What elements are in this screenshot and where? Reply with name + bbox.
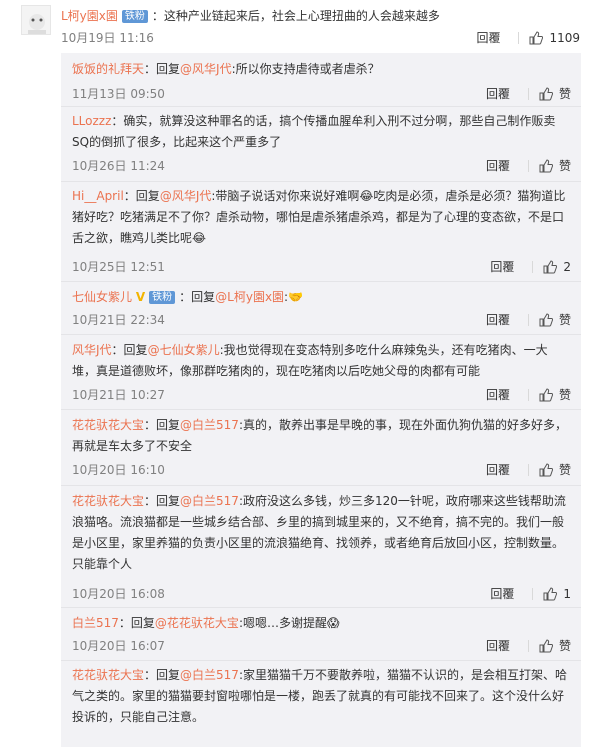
divider [61,106,581,107]
reply-date: 10月20日 16:07 [72,639,165,653]
mention-link[interactable]: @白兰517 [180,418,239,432]
reply-button[interactable]: 回覆 [490,258,514,275]
avatar[interactable] [21,5,51,35]
reply-username[interactable]: LLozzz [72,114,111,128]
reply-item: LLozzz：确实，就算没这种罪名的话，搞个传播血腥牟利入刑不过分啊，那些自己制… [72,114,571,174]
like-button[interactable]: 1 [543,587,571,601]
reply-button[interactable]: 回覆 [486,461,510,478]
main-comment-actions: 回覆 1109 [476,29,580,46]
reply-date: 10月21日 10:27 [72,388,165,402]
mention-link[interactable]: @花花驮花大宝 [155,616,239,630]
like-button[interactable]: 赞 [539,461,571,478]
reply-button[interactable]: 回覆 [486,386,510,403]
reply-date: 10月20日 16:08 [72,587,165,601]
reply-date: 10月25日 12:51 [72,260,165,274]
reply-date: 10月26日 11:24 [72,159,165,173]
like-button[interactable]: 赞 [539,311,571,328]
reply-button[interactable]: 回覆 [486,637,510,654]
divider [61,409,581,410]
reply-item: 七仙女紫儿 V 铁粉 ：回复@L柯y園x園:🤝 10月21日 22:34 回覆 赞 [61,287,581,327]
mention-link[interactable]: @风华J代 [180,62,232,76]
like-button[interactable]: 赞 [539,386,571,403]
fan-badge: 铁粉 [121,10,148,23]
reply-button[interactable]: 回覆 [490,585,514,602]
main-comment-text: L柯y園x園 铁粉 ：这种产业链起来后，社会上心理扭曲的人会越来越多 [61,8,440,24]
reply-username[interactable]: Hi__April [72,189,124,203]
reply-date: 10月21日 22:34 [72,313,165,327]
divider [61,660,581,661]
main-username[interactable]: L柯y園x園 [61,9,118,23]
thumbs-up-icon [539,312,553,326]
vip-icon: V [135,290,146,304]
thumbs-up-icon [539,462,553,476]
reply-button[interactable]: 回覆 [476,29,500,46]
reply-item: 花花驮花大宝：回复@白兰517:家里猫猫千万不要散养啦，猫猫不认识的，是会相互打… [72,668,567,724]
reply-item: 风华J代：回复@七仙女紫儿:我也觉得现在变态特别多吃什么麻辣兔头，还有吃猪肉、一… [72,343,571,403]
reply-button[interactable]: 回覆 [486,157,510,174]
reply-button[interactable]: 回覆 [486,85,510,102]
mention-link[interactable]: @L柯y園x園 [215,290,284,304]
reply-item: 白兰517：回复@花花驮花大宝:嗯嗯…多谢提醒😱 10月20日 16:07 回覆… [72,616,571,654]
mention-link[interactable]: @七仙女紫儿 [148,343,220,357]
main-comment: L柯y園x園 铁粉 ：这种产业链起来后，社会上心理扭曲的人会越来越多 10月19日 … [0,0,592,53]
thumbs-up-icon [529,30,544,44]
main-comment-body: ：这种产业链起来后，社会上心理扭曲的人会越来越多 [151,9,440,23]
reply-item: 花花驮花大宝：回复@白兰517:政府没这么多钱，炒三多120一针呢，政府哪来这些… [72,494,571,602]
reply-username[interactable]: 白兰517 [72,616,119,630]
thumbs-up-icon [543,586,558,600]
fan-badge: 铁粉 [149,291,176,304]
main-comment-date: 10月19日 11:16 [61,31,154,45]
divider [61,485,581,486]
reply-username[interactable]: 饭饭的礼拜天 [72,62,144,76]
reply-username[interactable]: 花花驮花大宝 [72,494,144,508]
thumbs-up-icon [539,387,553,401]
thumbs-up-icon [539,86,553,100]
reply-date: 11月13日 09:50 [72,87,165,101]
reply-item: 饭饭的礼拜天：回复@风华J代:所以你支持虐待或者虐杀？ 11月13日 09:50… [72,62,571,102]
divider [61,334,581,335]
reply-button[interactable]: 回覆 [486,311,510,328]
reply-username[interactable]: 花花驮花大宝 [72,668,144,682]
mention-link[interactable]: @风华J代 [160,189,212,203]
thumbs-up-icon [539,638,553,652]
thumbs-up-icon [539,158,553,172]
like-button[interactable]: 赞 [539,157,571,174]
like-count: 1109 [549,30,580,45]
reply-date: 10月20日 16:10 [72,463,165,477]
reply-username[interactable]: 风华J代 [72,343,112,357]
like-button[interactable]: 赞 [539,637,571,654]
divider [61,181,581,182]
replies-panel: 饭饭的礼拜天：回复@风华J代:所以你支持虐待或者虐杀？ 11月13日 09:50… [61,53,581,747]
action-divider [518,31,520,44]
mention-link[interactable]: @白兰517 [180,494,239,508]
divider [61,607,581,608]
mention-link[interactable]: @白兰517 [180,668,239,682]
like-button[interactable]: 1109 [529,31,580,45]
reply-item: Hi__April：回复@风华J代:带脑子说话对你来说好难啊😂吃肉是必须，虐杀是… [72,189,571,275]
thumbs-up-icon [543,259,558,273]
divider [61,281,581,282]
reply-username[interactable]: 花花驮花大宝 [72,418,144,432]
like-button[interactable]: 赞 [539,85,571,102]
reply-item: 花花驮花大宝：回复@白兰517:真的，散养出事是早晚的事，现在外面仇狗仇猫的好多… [72,418,571,478]
reply-username[interactable]: 七仙女紫儿 [72,290,132,304]
like-button[interactable]: 2 [543,260,571,274]
